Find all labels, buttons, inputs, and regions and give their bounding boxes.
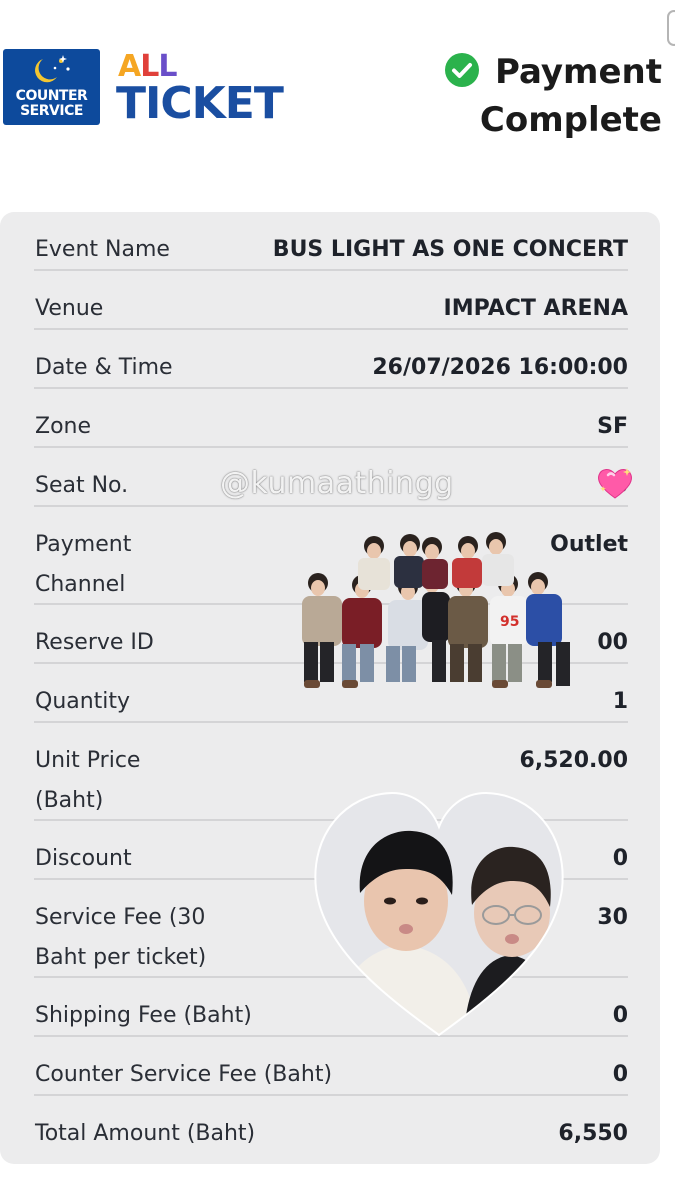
detail-label: Counter Service Fee (Baht) — [35, 1055, 365, 1095]
watermark-text: @kumaathingg — [220, 466, 454, 501]
detail-value-line: 26/07/2026 16:00:00 — [372, 355, 628, 380]
detail-value-line: BUS LIGHT AS ONE CONCERT — [272, 237, 628, 262]
group-photo: 95 — [302, 532, 570, 688]
scroll-indicator — [667, 10, 675, 46]
detail-label-line: Total Amount (Baht) — [35, 1121, 256, 1146]
counter-service-line1: COUNTER — [15, 88, 88, 104]
sparkling-heart-icon — [598, 468, 632, 499]
detail-value: BUS LIGHT AS ONE CONCERT — [273, 230, 628, 270]
detail-value: SF — [597, 407, 628, 447]
detail-value-line: 0 — [612, 846, 628, 871]
check-circle-icon — [445, 53, 479, 87]
detail-row: Zone SF — [34, 389, 628, 448]
detail-value: IMPACT ARENA — [444, 289, 628, 329]
detail-value: 0 — [613, 839, 628, 879]
detail-label-line: Zone — [35, 414, 92, 439]
detail-value: 6,520.00 — [519, 741, 628, 781]
heart-photo — [314, 791, 564, 1037]
detail-row: Counter Service Fee (Baht) 0 — [34, 1037, 628, 1096]
detail-row: Total Amount (Baht) 6,550 — [34, 1096, 628, 1155]
detail-value-line: 0 — [612, 1062, 628, 1087]
detail-label: Zone — [35, 407, 365, 447]
detail-value: 0 — [613, 996, 628, 1036]
detail-label-line: Unit Price — [35, 748, 141, 773]
detail-value-line: 1 — [612, 689, 628, 714]
moon-stars-icon — [35, 55, 70, 83]
detail-value-line: 30 — [597, 905, 628, 930]
detail-value: 00 — [597, 623, 628, 663]
detail-value-line: 6,550 — [558, 1121, 628, 1146]
detail-value: 30 — [597, 898, 628, 938]
detail-row: Date & Time 26/07/2026 16:00:00 — [34, 330, 628, 389]
counter-service-logo: COUNTER SERVICE — [3, 49, 100, 125]
detail-value-line: 6,520.00 — [519, 748, 628, 773]
detail-label-line: Date & Time — [35, 355, 173, 380]
detail-value: 6,550 — [558, 1114, 628, 1154]
detail-label: Venue — [35, 289, 365, 329]
counter-service-line2: SERVICE — [20, 103, 83, 119]
detail-label-line: Venue — [35, 296, 104, 321]
detail-label: Date & Time — [35, 348, 365, 388]
payment-status-title: Payment Complete — [480, 48, 662, 144]
detail-row: Event Name BUS LIGHT AS ONE CONCERT — [34, 212, 628, 271]
detail-value-line: 0 — [612, 1003, 628, 1028]
detail-row: Venue IMPACT ARENA — [34, 271, 628, 330]
detail-value-line: IMPACT ARENA — [443, 296, 628, 321]
detail-value-line: SF — [597, 414, 628, 439]
detail-value: 26/07/2026 16:00:00 — [372, 348, 628, 388]
detail-label-line: Counter Service Fee (Baht) — [35, 1062, 333, 1087]
detail-value: 0 — [613, 1055, 628, 1095]
svg-text:95: 95 — [500, 614, 519, 630]
detail-value-line: 00 — [597, 630, 628, 655]
allticket-logo-ticket: TICKET — [116, 78, 284, 129]
detail-value: 1 — [613, 682, 628, 722]
payment-status-line1: Payment — [494, 52, 662, 92]
detail-label: Total Amount (Baht) — [35, 1114, 365, 1154]
payment-status-line2: Complete — [479, 100, 662, 140]
